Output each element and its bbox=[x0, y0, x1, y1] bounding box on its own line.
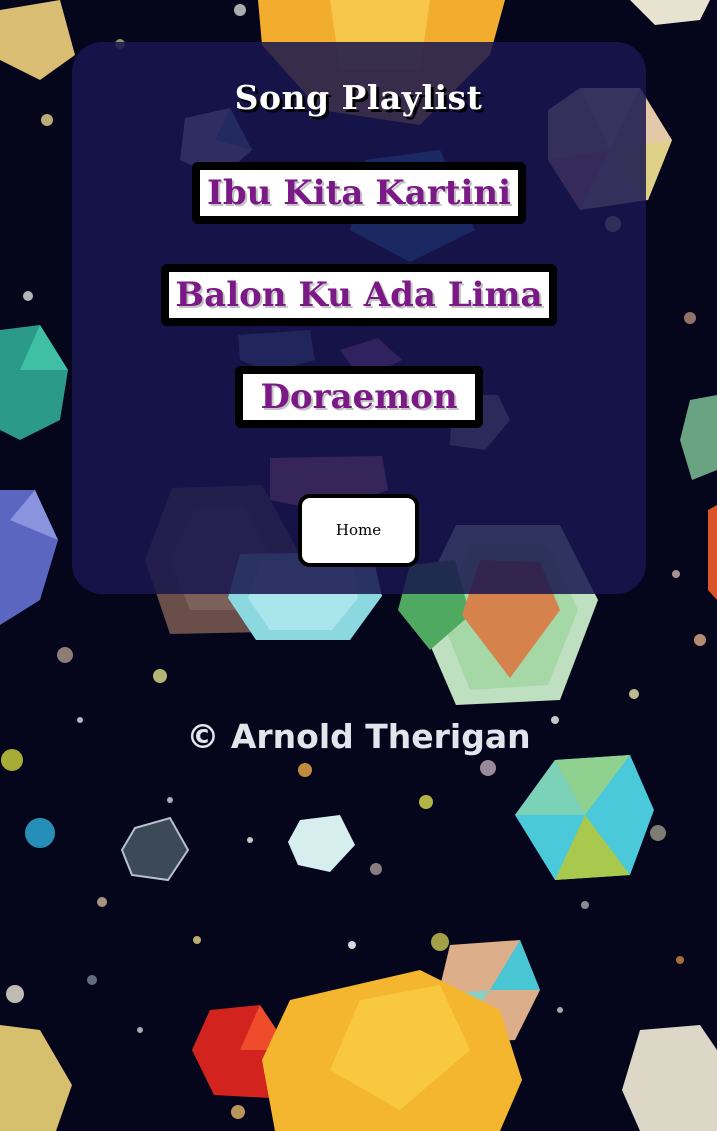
song-button-doraemon[interactable]: Doraemon bbox=[235, 366, 483, 428]
home-button[interactable]: Home bbox=[298, 494, 419, 567]
song-button-balon-ku-ada-lima[interactable]: Balon Ku Ada Lima bbox=[161, 264, 557, 326]
song-button-ibu-kita-kartini[interactable]: Ibu Kita Kartini bbox=[192, 162, 526, 224]
copyright-footer: © Arnold Therigan bbox=[186, 717, 531, 756]
page-title: Song Playlist bbox=[234, 78, 483, 117]
